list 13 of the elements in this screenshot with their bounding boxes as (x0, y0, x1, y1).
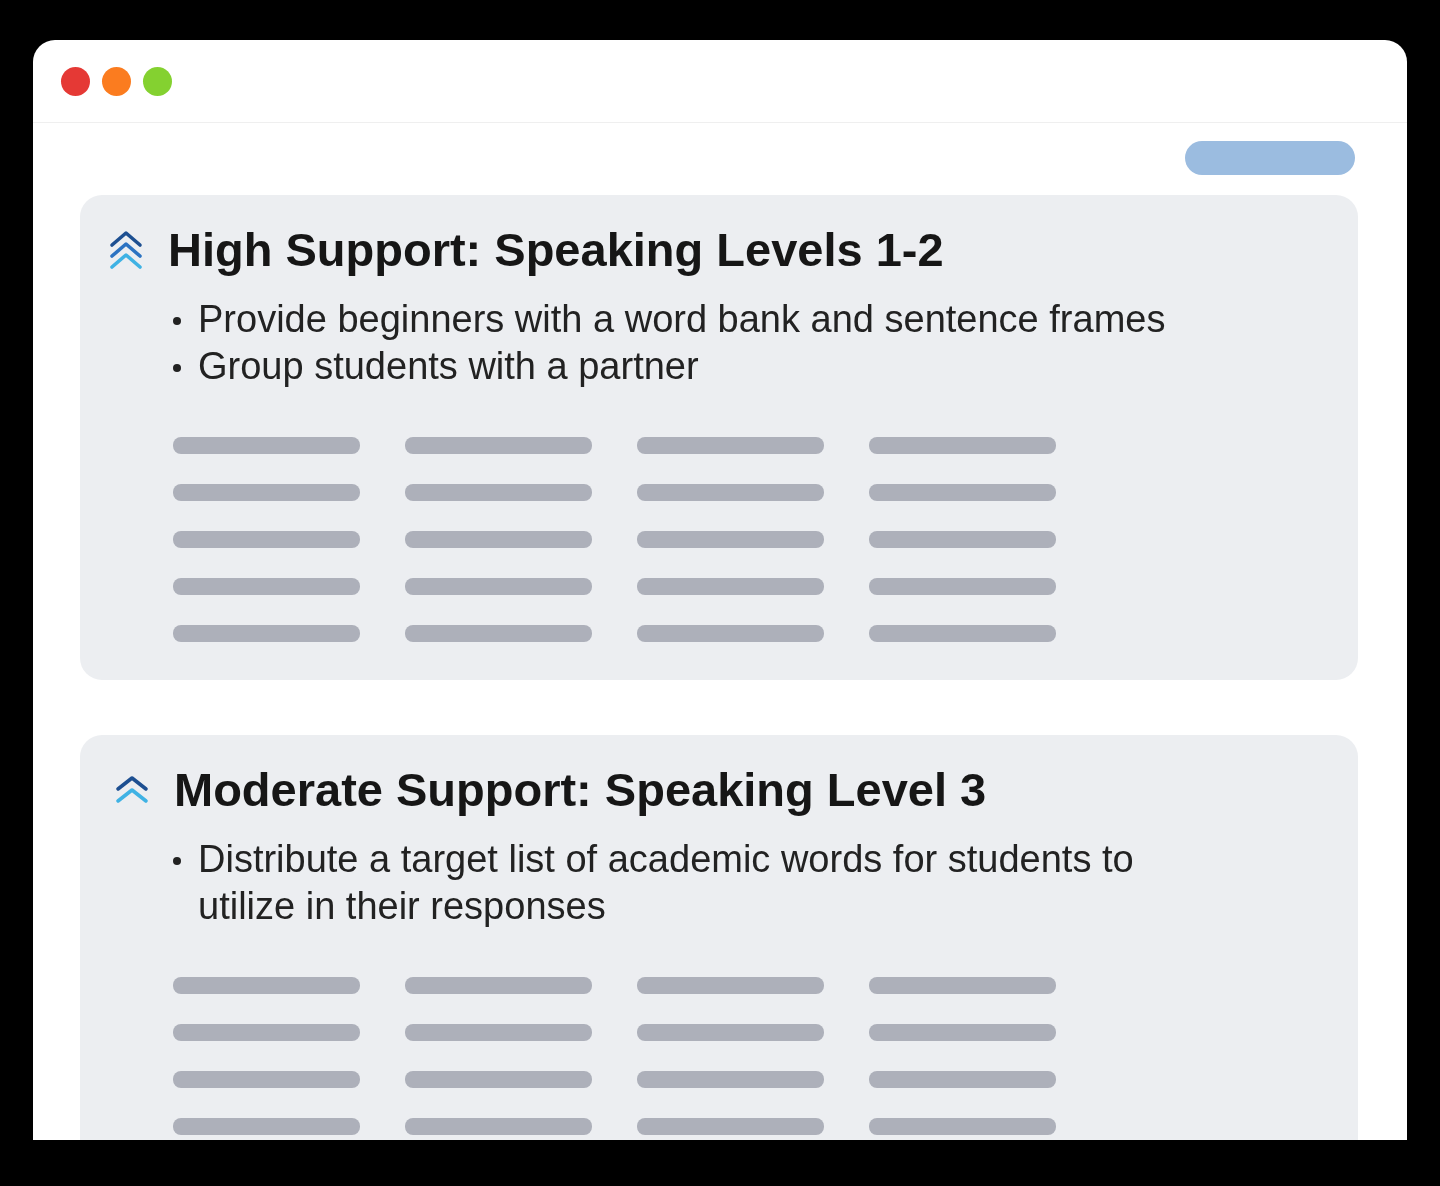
bullet-text: Group students with a partner (198, 344, 699, 389)
zoom-window-icon[interactable] (143, 66, 172, 96)
bullet-text: Provide beginners with a word bank and sentence frames (198, 297, 1166, 342)
double-chevron-up-icon (114, 775, 150, 805)
section-heading: High Support: Speaking Levels 1-2 (168, 222, 944, 278)
bullet-icon (173, 364, 181, 372)
section-heading: Moderate Support: Speaking Level 3 (174, 762, 987, 818)
minimize-window-icon[interactable] (102, 66, 131, 96)
bullet-icon (173, 317, 181, 325)
triple-chevron-up-icon (108, 229, 144, 271)
bullet-text: Distribute a target list of academic words for students to utilize in their responses (198, 837, 1135, 929)
bullet-icon (173, 857, 181, 865)
close-window-icon[interactable] (61, 66, 90, 96)
